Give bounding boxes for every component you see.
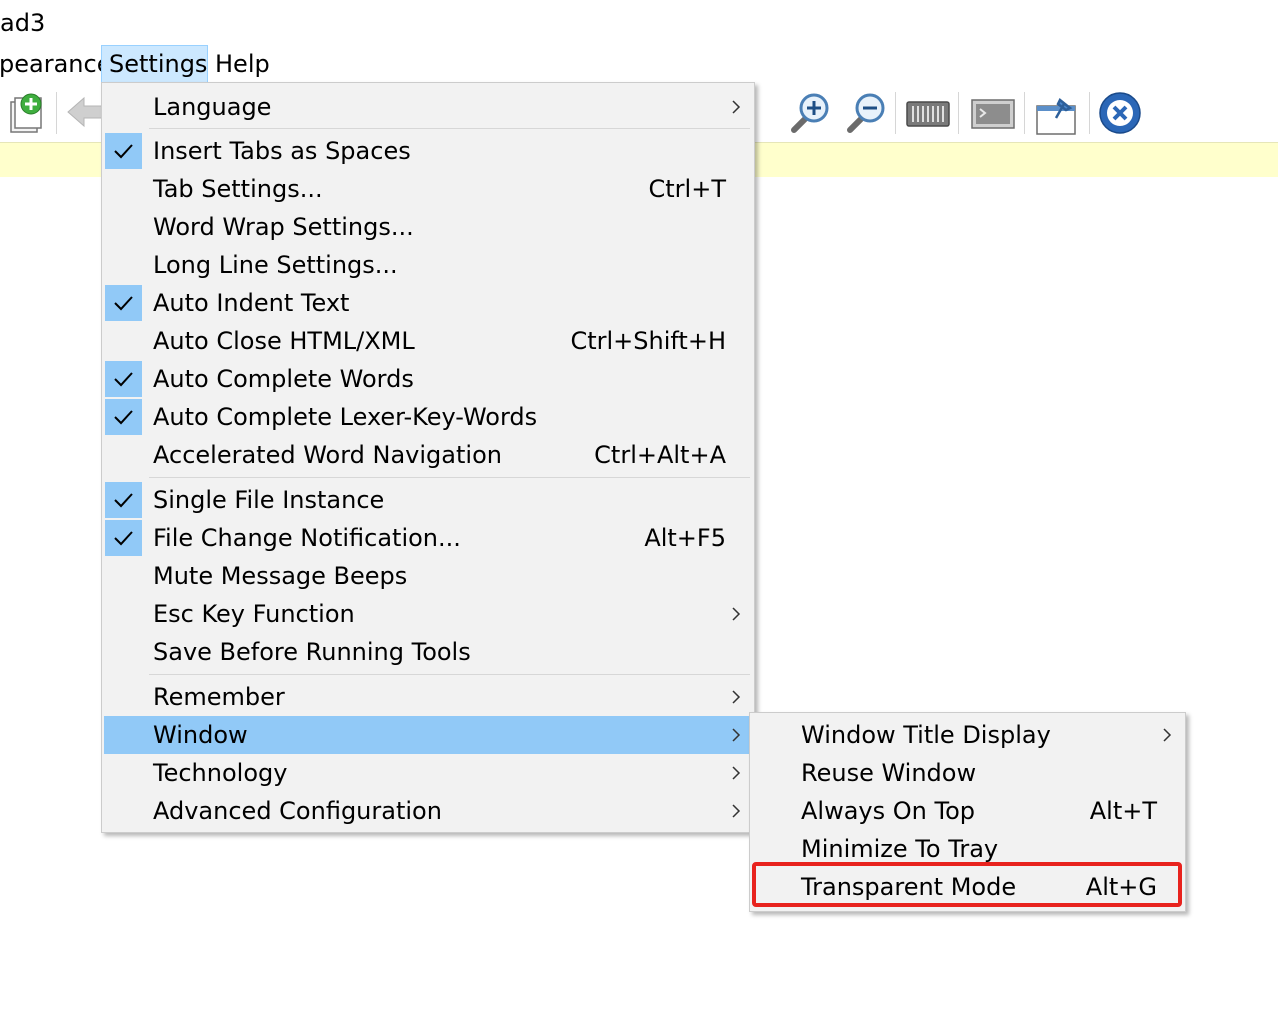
- menu-item-auto-complete-words[interactable]: Auto Complete Words: [104, 360, 752, 398]
- close-circle-icon[interactable]: [1097, 90, 1143, 136]
- menu-item-label: Language: [153, 93, 272, 121]
- chevron-right-icon: [1163, 728, 1172, 742]
- menu-item-remember[interactable]: Remember: [104, 678, 752, 716]
- menu-item-label: Auto Complete Words: [153, 365, 414, 393]
- menu-item-label: Insert Tabs as Spaces: [153, 137, 411, 165]
- menu-item-language[interactable]: Language: [104, 88, 752, 126]
- chevron-right-icon: [732, 607, 741, 621]
- menu-item-shortcut: Ctrl+T: [648, 175, 726, 203]
- menu-item-label: Save Before Running Tools: [153, 638, 471, 666]
- chevron-right-icon: [732, 766, 741, 780]
- menu-item-shortcut: Ctrl+Shift+H: [570, 327, 726, 355]
- menu-item-advanced-configuration[interactable]: Advanced Configuration: [104, 792, 752, 830]
- menu-item-esc-key-function[interactable]: Esc Key Function: [104, 595, 752, 633]
- menu-item-mute-message-beeps[interactable]: Mute Message Beeps: [104, 557, 752, 595]
- menu-item-label: Always On Top: [801, 797, 975, 825]
- terminal-icon[interactable]: [970, 90, 1016, 136]
- pin-icon[interactable]: [1034, 90, 1080, 136]
- menu-item-shortcut: Alt+T: [1089, 797, 1157, 825]
- chevron-right-icon: [732, 728, 741, 742]
- menu-item-window[interactable]: Window: [104, 716, 752, 754]
- keyboard-icon[interactable]: [905, 90, 951, 136]
- menu-item-label: Word Wrap Settings...: [153, 213, 414, 241]
- menu-item-shortcut: Ctrl+Alt+A: [594, 441, 726, 469]
- menu-item-label: Reuse Window: [801, 759, 977, 787]
- chevron-right-icon: [732, 804, 741, 818]
- menu-separator: [149, 477, 750, 478]
- menu-item-label: Tab Settings...: [153, 175, 323, 203]
- menu-item-label: Advanced Configuration: [153, 797, 442, 825]
- menu-item-label: Technology: [153, 759, 288, 787]
- menu-settings[interactable]: Settings: [101, 45, 208, 83]
- menu-item-label: Auto Indent Text: [153, 289, 350, 317]
- menu-item-label: Window Title Display: [801, 721, 1051, 749]
- menu-item-shortcut: Alt+F5: [644, 524, 726, 552]
- check-icon: [105, 399, 142, 435]
- check-icon: [105, 482, 142, 518]
- settings-menu: Language Insert Tabs as Spaces Tab Setti…: [101, 82, 755, 833]
- menu-item-label: Single File Instance: [153, 486, 385, 514]
- menu-item-label: File Change Notification...: [153, 524, 461, 552]
- check-icon: [105, 361, 142, 397]
- menu-item-label: Auto Close HTML/XML: [153, 327, 415, 355]
- check-icon: [105, 285, 142, 321]
- menu-item-tab-settings[interactable]: Tab Settings... Ctrl+T: [104, 170, 752, 208]
- menu-separator: [149, 674, 750, 675]
- window-title: ad3: [0, 9, 46, 37]
- menu-item-save-before-running-tools[interactable]: Save Before Running Tools: [104, 633, 752, 671]
- menu-item-single-file-instance[interactable]: Single File Instance: [104, 481, 752, 519]
- check-icon: [105, 520, 142, 556]
- menu-item-always-on-top[interactable]: Always On Top Alt+T: [752, 792, 1183, 830]
- add-file-icon[interactable]: [4, 90, 50, 136]
- menu-item-reuse-window[interactable]: Reuse Window: [752, 754, 1183, 792]
- menu-item-auto-complete-lexer-key-words[interactable]: Auto Complete Lexer-Key-Words: [104, 398, 752, 436]
- annotation-highlight-box: [752, 862, 1182, 907]
- menu-item-label: Esc Key Function: [153, 600, 355, 628]
- menu-item-auto-close-html-xml[interactable]: Auto Close HTML/XML Ctrl+Shift+H: [104, 322, 752, 360]
- chevron-right-icon: [732, 690, 741, 704]
- menu-item-file-change-notification[interactable]: File Change Notification... Alt+F5: [104, 519, 752, 557]
- check-icon: [105, 133, 142, 169]
- menu-item-label: Window: [153, 721, 248, 749]
- zoom-in-icon[interactable]: [786, 90, 832, 136]
- menu-item-long-line-settings[interactable]: Long Line Settings...: [104, 246, 752, 284]
- menu-item-word-wrap-settings[interactable]: Word Wrap Settings...: [104, 208, 752, 246]
- menu-separator: [149, 128, 750, 129]
- menu-item-auto-indent-text[interactable]: Auto Indent Text: [104, 284, 752, 322]
- menu-item-window-title-display[interactable]: Window Title Display: [752, 716, 1183, 754]
- menu-item-technology[interactable]: Technology: [104, 754, 752, 792]
- menu-item-insert-tabs-as-spaces[interactable]: Insert Tabs as Spaces: [104, 132, 752, 170]
- menu-item-label: Accelerated Word Navigation: [153, 441, 502, 469]
- menu-item-label: Remember: [153, 683, 285, 711]
- menu-item-accelerated-word-navigation[interactable]: Accelerated Word Navigation Ctrl+Alt+A: [104, 436, 752, 474]
- menu-item-label: Long Line Settings...: [153, 251, 398, 279]
- chevron-right-icon: [732, 100, 741, 114]
- menu-help[interactable]: Help: [208, 45, 277, 83]
- menu-item-label: Auto Complete Lexer-Key-Words: [153, 403, 538, 431]
- menu-bar: pearance Settings Help: [0, 45, 1278, 83]
- zoom-out-icon[interactable]: [842, 90, 888, 136]
- menu-item-label: Mute Message Beeps: [153, 562, 408, 590]
